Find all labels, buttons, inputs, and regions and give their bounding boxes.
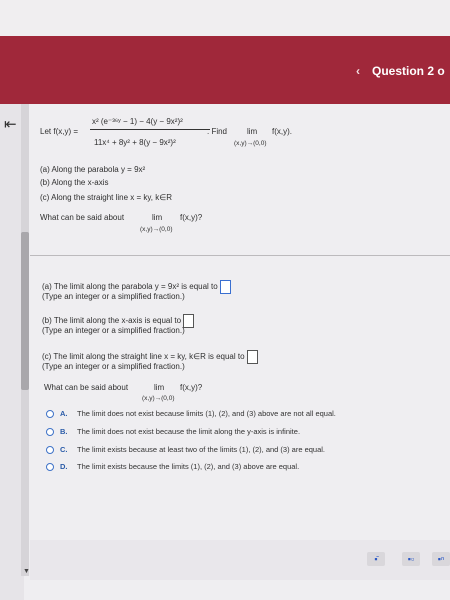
answer-b-hint: (Type an integer or a simplified fractio… [42, 326, 185, 335]
fxy-text: f(x,y). [272, 127, 292, 136]
answer-a-hint: (Type an integer or a simplified fractio… [42, 292, 185, 301]
what-fxy: f(x,y)? [180, 213, 203, 222]
collapse-arrow-icon[interactable]: ⇤ [4, 116, 22, 134]
find-label: . Find [207, 127, 228, 136]
answer-c-input[interactable] [246, 350, 258, 364]
part-b: (b) Along the x-axis [40, 178, 109, 187]
option-c-text[interactable]: The limit exists because at least two of… [77, 445, 325, 454]
answer-c-hint: (Type an integer or a simplified fractio… [42, 362, 185, 371]
fraction-bar [90, 129, 210, 130]
what-lim-subscript: (x,y)→(0,0) [140, 226, 173, 233]
what-label: What can be said about [40, 213, 125, 222]
option-d-radio[interactable] [46, 463, 54, 471]
option-a-radio[interactable] [46, 410, 54, 418]
option-d-text[interactable]: The limit exists because the limits (1),… [77, 462, 299, 471]
scrollbar-thumb[interactable] [21, 232, 29, 390]
numerator: x² (e⁻³⁶ʸ − 1) − 4(y − 9x²)² [92, 117, 183, 126]
lim-text: lim [247, 127, 258, 136]
option-a-text[interactable]: The limit does not exist because limits … [77, 409, 336, 418]
lim-subscript: (x,y)→(0,0) [234, 140, 267, 147]
option-b-letter: B. [60, 427, 68, 436]
exponent-icon[interactable]: ▪ⁿ [432, 552, 450, 566]
chevron-left-icon[interactable]: ‹ [356, 58, 360, 84]
answers-what-fxy: f(x,y)? [180, 383, 203, 392]
option-c-radio[interactable] [46, 446, 54, 454]
let-label: Let f(x,y) = [40, 127, 79, 136]
what-lim: lim [152, 213, 163, 222]
section-divider [30, 255, 450, 256]
option-b-text[interactable]: The limit does not exist because the lim… [77, 427, 300, 436]
option-a-letter: A. [60, 409, 68, 418]
answers-what-label: What can be said about [44, 383, 129, 392]
part-a: (a) Along the parabola y = 9x² [40, 165, 146, 174]
mixed-number-icon[interactable]: ▪▫ [402, 552, 420, 566]
part-c: (c) Along the straight line x = ky, k∈R [40, 193, 172, 202]
question-nav[interactable]: ‹ Question 2 o [354, 58, 450, 84]
top-band [0, 0, 450, 36]
denominator: 11x⁴ + 8y² + 8(y − 9x²)² [94, 138, 176, 147]
option-d-letter: D. [60, 462, 68, 471]
option-b-radio[interactable] [46, 428, 54, 436]
answers-lim-subscript: (x,y)→(0,0) [142, 395, 175, 402]
fraction-icon[interactable]: ▪̄ [367, 552, 385, 566]
option-c-letter: C. [60, 445, 68, 454]
question-label: Question 2 o [372, 64, 445, 78]
answers-what-lim: lim [154, 383, 165, 392]
answer-a-input[interactable] [219, 280, 231, 294]
math-toolbar [30, 540, 450, 580]
scroll-down-icon[interactable]: ▼ [23, 568, 30, 575]
